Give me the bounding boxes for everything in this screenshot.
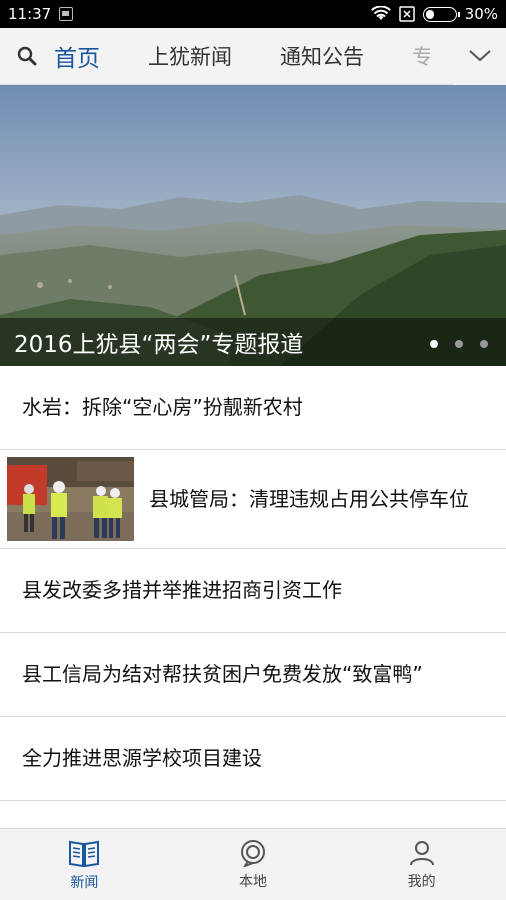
news-title: 水岩：拆除“空心房”扮靓新农村 [22, 395, 303, 419]
news-item[interactable]: 县工信局为结对帮扶贫困户免费发放“致富鸭” [0, 633, 506, 717]
top-nav: 首页 上犹新闻 通知公告 专 [0, 27, 506, 85]
carousel-dot[interactable] [480, 340, 488, 348]
banner-title: 2016上犹县“两会”专题报道 [14, 332, 304, 358]
carousel-indicator [430, 340, 488, 348]
search-icon [17, 46, 37, 66]
status-bar: 11:37 30% [0, 0, 506, 28]
bottom-tab-label: 新闻 [70, 874, 99, 891]
bottom-tab-local[interactable]: 本地 [169, 829, 338, 900]
search-button[interactable] [0, 28, 54, 85]
carousel-dot[interactable] [455, 340, 463, 348]
news-item[interactable]: 全力推进思源学校项目建设 [0, 717, 506, 801]
tab-special[interactable]: 专 [412, 41, 430, 71]
bottom-tab-label: 我的 [407, 873, 436, 890]
location-icon [241, 839, 265, 867]
status-time: 11:37 [8, 5, 52, 23]
news-title: 县工信局为结对帮扶贫困户免费发放“致富鸭” [22, 662, 423, 686]
bottom-tab-bar: 新闻 本地 我的 [0, 828, 506, 900]
bottom-tab-mine[interactable]: 我的 [337, 829, 506, 900]
person-icon [409, 840, 434, 865]
more-channels-button[interactable] [454, 27, 506, 85]
headline-carousel[interactable]: 2016上犹县“两会”专题报道 [0, 85, 506, 366]
chevron-down-icon [469, 50, 491, 62]
bottom-tab-label: 本地 [239, 873, 267, 890]
news-item[interactable]: 水岩：拆除“空心房”扮靓新农村 [0, 366, 506, 450]
tab-home[interactable]: 首页 [54, 39, 100, 73]
news-title: 县发改委多措并举推进招商引资工作 [22, 578, 342, 602]
news-thumbnail [7, 457, 134, 541]
battery-level [425, 9, 435, 19]
tab-notices[interactable]: 通知公告 [280, 41, 364, 71]
battery-percent: 30% [464, 5, 498, 23]
bottom-tab-news[interactable]: 新闻 [0, 829, 169, 900]
news-title: 全力推进思源学校项目建设 [22, 746, 262, 770]
notification-icon [59, 7, 74, 21]
news-title: 县城管局：清理违规占用公共停车位 [149, 486, 469, 511]
news-item[interactable]: 县城管局：清理违规占用公共停车位 [0, 450, 506, 549]
battery-icon [422, 6, 460, 22]
channel-tabs: 首页 上犹新闻 通知公告 专 [54, 28, 454, 85]
book-icon [69, 840, 100, 867]
no-sim-icon [398, 6, 415, 22]
news-item[interactable]: 县发改委多措并举推进招商引资工作 [0, 549, 506, 633]
carousel-dot[interactable] [430, 340, 438, 348]
tab-local-news[interactable]: 上犹新闻 [148, 41, 232, 71]
news-list: 水岩：拆除“空心房”扮靓新农村 县城管局：清理违规占用公共停车位 县发改委多措并… [0, 366, 506, 828]
wifi-icon [370, 6, 391, 20]
